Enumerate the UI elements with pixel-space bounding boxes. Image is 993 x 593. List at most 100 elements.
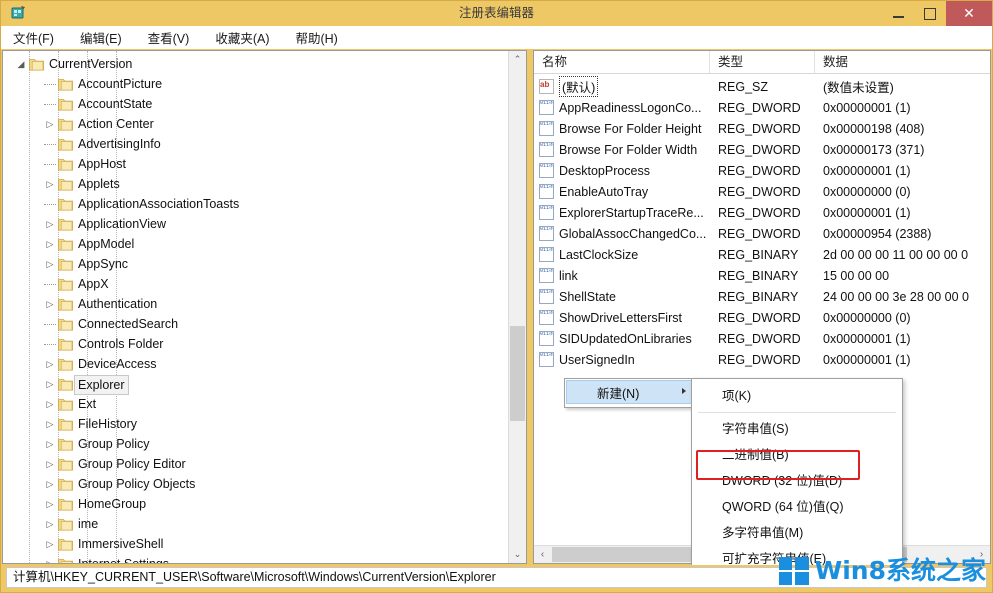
binary-value-icon: [539, 205, 554, 220]
tree-item[interactable]: AppX: [3, 274, 509, 294]
expand-arrow-icon[interactable]: ▷: [44, 174, 56, 194]
tree-item[interactable]: ▷ Ext: [3, 394, 509, 414]
tree-item[interactable]: ▷ ApplicationView: [3, 214, 509, 234]
expand-arrow-icon[interactable]: ▷: [44, 254, 56, 274]
folder-icon: [58, 437, 73, 451]
tree-item[interactable]: AdvertisingInfo: [3, 134, 509, 154]
tree-item[interactable]: ▷ ime: [3, 514, 509, 534]
submenu-item[interactable]: 二进制值(B): [692, 442, 902, 468]
expand-arrow-icon[interactable]: ▷: [44, 294, 56, 314]
new-submenu[interactable]: 项(K) 字符串值(S) 二进制值(B) DWORD (32 位)值(D) QWORD …: [691, 378, 903, 577]
tree-item[interactable]: ▷ Group Policy Objects: [3, 474, 509, 494]
expand-arrow-icon[interactable]: ▷: [44, 474, 56, 494]
tree-item[interactable]: ▷ ImmersiveShell: [3, 534, 509, 554]
tree-item[interactable]: Controls Folder: [3, 334, 509, 354]
values-scroll-left-button[interactable]: ‹: [534, 549, 551, 560]
context-menu-item-new[interactable]: 新建(N): [566, 380, 694, 404]
submenu-item[interactable]: DWORD (32 位)值(D): [692, 468, 902, 494]
tree-item[interactable]: AppHost: [3, 154, 509, 174]
expand-arrow-icon[interactable]: ▷: [44, 494, 56, 514]
folder-icon: [58, 237, 73, 251]
tree-item[interactable]: ApplicationAssociationToasts: [3, 194, 509, 214]
minimize-button[interactable]: [882, 1, 914, 26]
value-type-label: REG_DWORD: [718, 184, 801, 199]
tree-item[interactable]: ▷ Internet Settings: [3, 554, 509, 563]
menu-favorites[interactable]: 收藏夹(A): [215, 28, 269, 47]
tree-item[interactable]: AccountState: [3, 94, 509, 114]
value-row[interactable]: UserSignedIn REG_DWORD 0x00000001 (1): [534, 349, 990, 370]
maximize-button[interactable]: [914, 1, 946, 26]
value-row[interactable]: GlobalAssocChangedCo... REG_DWORD 0x000009…: [534, 223, 990, 244]
tree-item[interactable]: ▷ HomeGroup: [3, 494, 509, 514]
tree-item[interactable]: ConnectedSearch: [3, 314, 509, 334]
tree-item[interactable]: ▷ AppModel: [3, 234, 509, 254]
tree-item[interactable]: ▷ Group Policy: [3, 434, 509, 454]
tree-item[interactable]: ▷ Action Center: [3, 114, 509, 134]
tree-item-label: AppSync: [78, 257, 129, 271]
close-button[interactable]: ✕: [946, 1, 992, 26]
value-row[interactable]: link REG_BINARY 15 00 00 00: [534, 265, 990, 286]
tree-item-label: Controls Folder: [78, 337, 164, 351]
tree-vertical-scrollbar[interactable]: ⌃ ⌄: [508, 51, 526, 563]
expand-arrow-icon[interactable]: ▷: [44, 554, 56, 563]
values-list[interactable]: (默认) REG_SZ (数值未设置) AppReadinessLogonCo... R…: [534, 74, 990, 370]
expand-arrow-icon[interactable]: ▷: [44, 514, 56, 534]
value-row[interactable]: ShowDriveLettersFirst REG_DWORD 0x00000000…: [534, 307, 990, 328]
tree-item[interactable]: ▷ Explorer: [3, 374, 509, 395]
expand-arrow-icon[interactable]: ▷: [44, 114, 56, 134]
expand-arrow-icon[interactable]: ▷: [44, 434, 56, 454]
value-row[interactable]: AppReadinessLogonCo... REG_DWORD 0x0000000…: [534, 97, 990, 118]
value-row[interactable]: ExplorerStartupTraceRe... REG_DWORD 0x0000…: [534, 202, 990, 223]
value-row[interactable]: Browse For Folder Height REG_DWORD 0x00000…: [534, 118, 990, 139]
value-row[interactable]: Browse For Folder Width REG_DWORD 0x000001…: [534, 139, 990, 160]
folder-icon: [58, 497, 73, 511]
submenu-item[interactable]: QWORD (64 位)值(Q): [692, 494, 902, 520]
value-name-cell: link: [534, 268, 710, 283]
value-row[interactable]: ShellState REG_BINARY 24 00 00 00 3e 28 00…: [534, 286, 990, 307]
value-row[interactable]: LastClockSize REG_BINARY 2d 00 00 00 11 00…: [534, 244, 990, 265]
tree-scroll-up-button[interactable]: ⌃: [509, 51, 526, 68]
registry-tree[interactable]: ◢ CurrentVersion AccountPicture AccountStat…: [3, 51, 509, 563]
tree-item-label: AccountState: [78, 97, 153, 111]
menu-view[interactable]: 查看(V): [148, 28, 190, 47]
tree-item[interactable]: ◢ CurrentVersion: [3, 54, 509, 74]
tree-item[interactable]: ▷ Authentication: [3, 294, 509, 314]
menu-help[interactable]: 帮助(H): [295, 28, 337, 47]
tree-item[interactable]: AccountPicture: [3, 74, 509, 94]
expand-arrow-icon[interactable]: ▷: [44, 374, 56, 394]
tree-scroll-down-button[interactable]: ⌄: [509, 546, 526, 563]
menu-edit[interactable]: 编辑(E): [80, 28, 122, 47]
expand-arrow-icon[interactable]: ▷: [44, 354, 56, 374]
folder-icon: [29, 57, 44, 71]
tree-item[interactable]: ▷ DeviceAccess: [3, 354, 509, 374]
expand-arrow-icon[interactable]: ▷: [44, 414, 56, 434]
tree-item[interactable]: ▷ Group Policy Editor: [3, 454, 509, 474]
tree-item[interactable]: ▷ Applets: [3, 174, 509, 194]
tree-item[interactable]: ▷ AppSync: [3, 254, 509, 274]
expand-arrow-icon[interactable]: ▷: [44, 394, 56, 414]
expand-arrow-icon[interactable]: ▷: [44, 234, 56, 254]
tree-item[interactable]: ▷ FileHistory: [3, 414, 509, 434]
expand-arrow-icon[interactable]: ▷: [44, 454, 56, 474]
value-type-label: REG_SZ: [718, 79, 769, 94]
value-data-label: 0x00000001 (1): [823, 352, 911, 367]
submenu-item[interactable]: 字符串值(S): [692, 416, 902, 442]
column-header-data[interactable]: 数据: [815, 51, 990, 73]
expand-arrow-icon[interactable]: ▷: [44, 534, 56, 554]
column-header-name[interactable]: 名称: [534, 51, 710, 73]
value-row[interactable]: (默认) REG_SZ (数值未设置): [534, 76, 990, 97]
menu-file[interactable]: 文件(F): [13, 28, 54, 47]
collapse-arrow-icon[interactable]: ◢: [15, 54, 27, 74]
value-data-label: 0x00000001 (1): [823, 100, 911, 115]
registry-tree-pane: ◢ CurrentVersion AccountPicture AccountStat…: [2, 50, 527, 564]
column-header-type[interactable]: 类型: [710, 51, 815, 73]
submenu-item[interactable]: 项(K): [692, 383, 902, 409]
value-row[interactable]: EnableAutoTray REG_DWORD 0x00000000 (0): [534, 181, 990, 202]
tree-scroll-thumb[interactable]: [510, 326, 525, 421]
submenu-item[interactable]: 多字符串值(M): [692, 520, 902, 546]
tree-connector: [44, 204, 56, 206]
value-row[interactable]: SIDUpdatedOnLibraries REG_DWORD 0x00000001…: [534, 328, 990, 349]
tree-item-label: ImmersiveShell: [78, 537, 164, 551]
expand-arrow-icon[interactable]: ▷: [44, 214, 56, 234]
value-row[interactable]: DesktopProcess REG_DWORD 0x00000001 (1): [534, 160, 990, 181]
